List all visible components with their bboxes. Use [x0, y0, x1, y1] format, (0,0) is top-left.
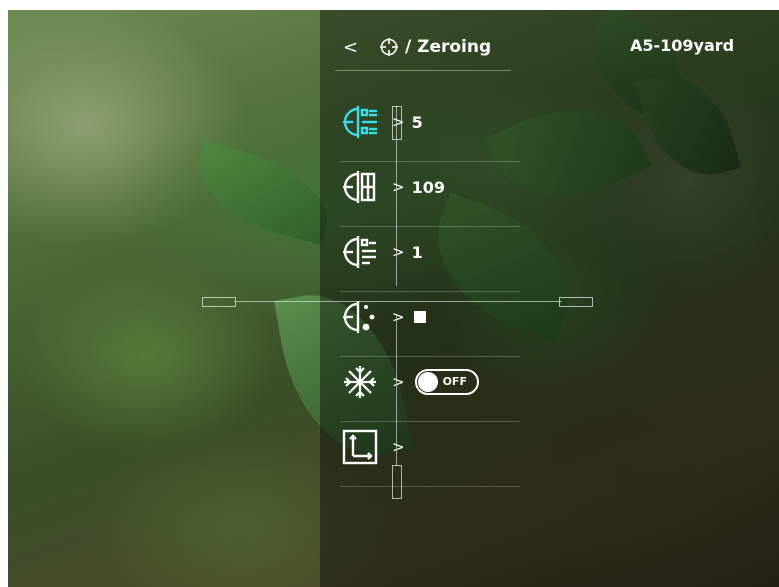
menu-item-zero-profile[interactable]: > 5	[340, 96, 530, 148]
menu-item-reticle-style[interactable]: > 1	[340, 226, 530, 278]
menu-arrow: >	[392, 373, 405, 391]
menu-arrow: >	[392, 308, 405, 326]
header-divider	[335, 70, 511, 71]
background-leaf	[186, 141, 340, 245]
reticle-style-icon	[343, 236, 376, 268]
crosshair-icon	[380, 38, 398, 56]
menu-arrow: >	[392, 438, 405, 456]
toggle-state-label: OFF	[442, 375, 467, 388]
reticle-post-right	[559, 297, 593, 307]
freeze-toggle[interactable]: OFF	[414, 369, 479, 395]
menu-arrow: >	[392, 243, 405, 261]
zeroing-distance-value: 109	[411, 177, 445, 197]
menu-item-reticle-color[interactable]: >	[340, 291, 530, 343]
menu-item-zeroing-distance[interactable]: > 109	[340, 161, 530, 213]
reticle-style-value: 1	[411, 242, 423, 262]
menu-arrow: >	[392, 113, 405, 131]
menu-item-freeze[interactable]: > OFF	[340, 356, 530, 408]
reticle-list-icon	[343, 106, 377, 138]
snowflake-icon	[344, 366, 376, 398]
menu-item-reticle-position[interactable]: >	[340, 421, 530, 473]
axes-icon	[342, 429, 378, 465]
reticle-post-left	[202, 297, 236, 307]
menu-divider	[340, 486, 520, 487]
reticle-distance-icon	[343, 171, 376, 203]
zero-profile-value: 5	[411, 112, 423, 132]
toggle-knob	[417, 372, 438, 392]
reticle-color-swatch	[413, 311, 426, 323]
menu-header: < / Zeroing	[343, 34, 491, 60]
back-button[interactable]: <	[343, 37, 363, 58]
viewfinder-screen: < / Zeroing A5-109yard > 5 > 109 > 1 > >…	[8, 10, 779, 587]
zero-profile-label: A5-109yard	[630, 36, 735, 55]
page-title: / Zeroing	[405, 37, 492, 57]
reticle-color-icon	[343, 301, 375, 333]
menu-arrow: >	[392, 178, 405, 196]
